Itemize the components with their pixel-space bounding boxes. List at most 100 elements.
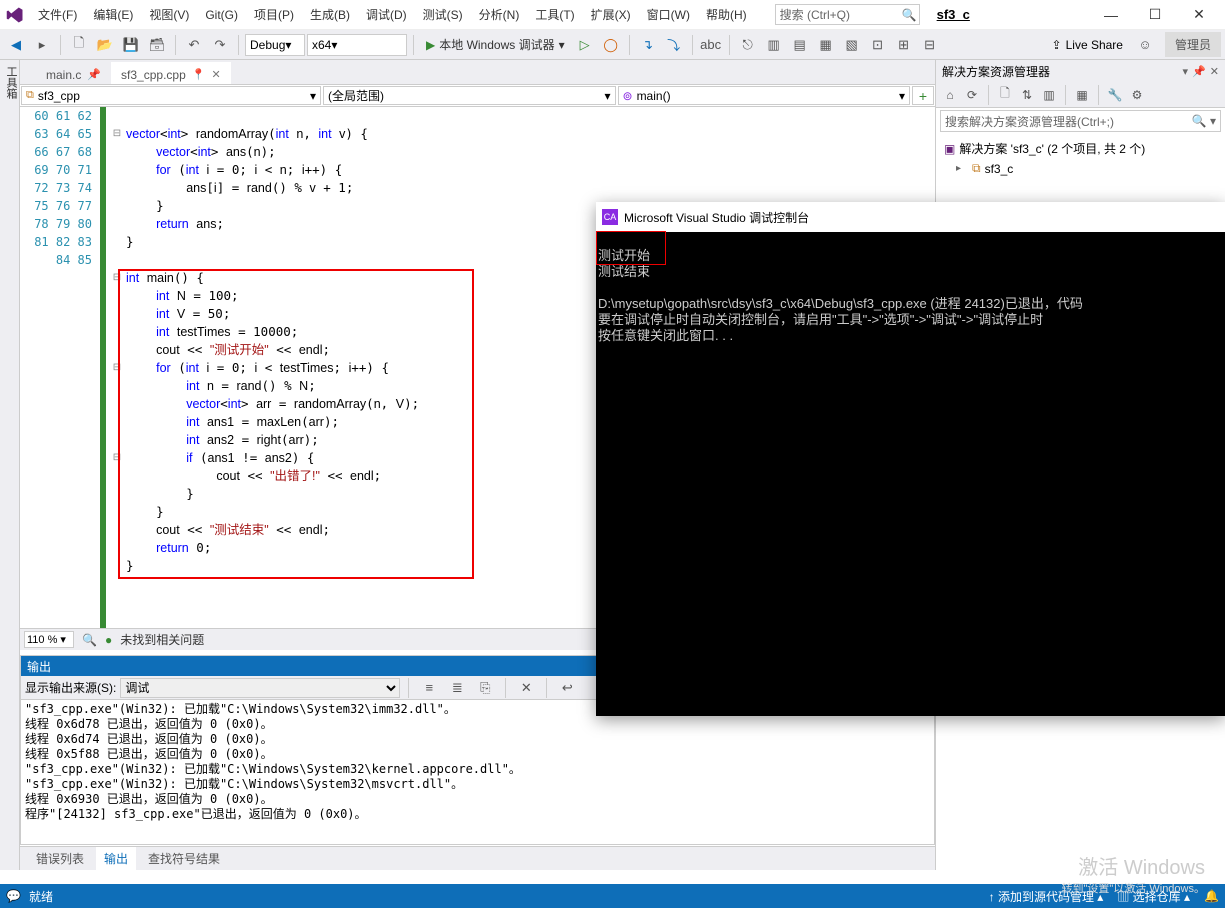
tab-sf3-cpp[interactable]: sf3_cpp.cpp📍✕: [111, 62, 231, 84]
expand-icon[interactable]: ▸: [956, 163, 968, 174]
platform-dropdown[interactable]: x64 ▾: [307, 34, 407, 56]
hot-reload-icon[interactable]: ◯: [599, 33, 623, 57]
play-icon: ▶: [426, 38, 435, 52]
t1-icon[interactable]: ⎋: [736, 33, 760, 57]
out-btn3-icon[interactable]: ⎘: [473, 676, 497, 700]
out-clear-icon[interactable]: ✕: [514, 676, 538, 700]
nav-add-button[interactable]: +: [912, 86, 934, 105]
sln-refresh-icon[interactable]: ⟳: [962, 85, 982, 105]
menu-git[interactable]: Git(G): [197, 4, 246, 26]
project-icon: ⧉: [972, 161, 981, 176]
step-over-icon[interactable]: ⤵: [662, 33, 686, 57]
menu-window[interactable]: 窗口(W): [639, 2, 698, 27]
minimize-button[interactable]: —: [1091, 1, 1131, 29]
menu-help[interactable]: 帮助(H): [698, 2, 755, 27]
vs-icon: [6, 6, 24, 24]
change-margin: [100, 107, 106, 630]
close-button[interactable]: ✕: [1179, 1, 1219, 29]
sln-dropdown-icon[interactable]: ▾: [1183, 65, 1189, 78]
redo-icon[interactable]: ↷: [208, 33, 232, 57]
nav-bar: ⧉sf3_cpp▾ (全局范围)▾ ⊚main()▾ +: [20, 85, 935, 107]
fold-column[interactable]: ⊟⊟⊟⊟: [110, 107, 124, 630]
console-icon: CA: [602, 209, 618, 225]
tab-errors[interactable]: 错误列表: [28, 847, 92, 870]
project-icon: ⧉: [26, 89, 34, 102]
sln-save-icon[interactable]: 🗋: [995, 85, 1015, 105]
menu-extensions[interactable]: 扩展(X): [583, 2, 639, 27]
out-btn2-icon[interactable]: ≣: [445, 676, 469, 700]
t3-icon[interactable]: ▤: [788, 33, 812, 57]
line-numbers: 60 61 62 63 64 65 66 67 68 69 70 71 72 7…: [20, 107, 100, 630]
solution-name[interactable]: sf3_c: [937, 7, 970, 22]
nav-project-dropdown[interactable]: ⧉sf3_cpp▾: [21, 86, 321, 105]
close-icon[interactable]: ✕: [211, 68, 220, 81]
menu-build[interactable]: 生成(B): [302, 2, 358, 27]
sln-wrench-icon[interactable]: 🔧: [1105, 85, 1125, 105]
sln-search-input[interactable]: 搜索解决方案资源管理器(Ctrl+;)🔍 ▾: [940, 110, 1221, 132]
nav-scope-dropdown[interactable]: (全局范围)▾: [323, 86, 616, 105]
menu-edit[interactable]: 编辑(E): [85, 2, 141, 27]
console-titlebar[interactable]: CA Microsoft Visual Studio 调试控制台: [596, 202, 1225, 232]
config-dropdown[interactable]: Debug ▾: [245, 34, 305, 56]
menu-test[interactable]: 测试(S): [415, 2, 471, 27]
sln-root-node[interactable]: ▣解决方案 'sf3_c' (2 个项目, 共 2 个): [940, 138, 1221, 159]
search-icon[interactable]: 🔍: [902, 8, 917, 22]
menu-file[interactable]: 文件(F): [30, 2, 85, 27]
sln-filter-icon[interactable]: ▥: [1039, 85, 1059, 105]
step-into-icon[interactable]: ↴: [636, 33, 660, 57]
tab-symbols[interactable]: 查找符号结果: [140, 847, 228, 870]
feedback-icon[interactable]: ☺: [1133, 33, 1157, 57]
sln-showall-icon[interactable]: ▦: [1072, 85, 1092, 105]
maximize-button[interactable]: ☐: [1135, 1, 1175, 29]
undo-icon[interactable]: ↶: [182, 33, 206, 57]
comment-icon[interactable]: abc: [699, 33, 723, 57]
tab-main-c[interactable]: main.c📌: [36, 62, 111, 84]
t6-icon[interactable]: ⊡: [866, 33, 890, 57]
tab-output[interactable]: 输出: [96, 847, 136, 870]
sln-sync-icon[interactable]: ⇅: [1017, 85, 1037, 105]
sln-pin-icon[interactable]: 📌: [1192, 65, 1206, 78]
t5-icon[interactable]: ▧: [840, 33, 864, 57]
sln-tree[interactable]: ▣解决方案 'sf3_c' (2 个项目, 共 2 个) ▸⧉sf3_c: [936, 134, 1225, 182]
menu-tools[interactable]: 工具(T): [527, 2, 582, 27]
issue-icon[interactable]: 🔍: [82, 633, 97, 647]
pin-icon[interactable]: 📍: [192, 68, 206, 81]
open-icon[interactable]: 📂: [93, 33, 117, 57]
output-body[interactable]: "sf3_cpp.exe"(Win32): 已加载"C:\Windows\Sys…: [21, 700, 934, 830]
live-share-button[interactable]: ⇪Live Share: [1044, 38, 1131, 52]
search-input[interactable]: 搜索 (Ctrl+Q): [775, 4, 920, 25]
status-ready: 就绪: [29, 888, 53, 905]
play-sub-icon[interactable]: ▷: [573, 33, 597, 57]
zoom-input[interactable]: 110 % ▾: [24, 631, 74, 648]
toolbox-strip[interactable]: 工具箱: [0, 60, 20, 870]
new-project-icon[interactable]: 🗋: [67, 33, 91, 57]
menu-analyze[interactable]: 分析(N): [471, 2, 528, 27]
menu-project[interactable]: 项目(P): [246, 2, 302, 27]
nav-back-icon[interactable]: ◀: [4, 33, 28, 57]
save-all-icon[interactable]: 🗃: [145, 33, 169, 57]
output-source-dropdown[interactable]: 调试: [120, 678, 400, 698]
nav-func-dropdown[interactable]: ⊚main()▾: [618, 86, 911, 105]
sln-home-icon[interactable]: ⌂: [940, 85, 960, 105]
save-icon[interactable]: 💾: [119, 33, 143, 57]
debug-console-window[interactable]: CA Microsoft Visual Studio 调试控制台 测试开始 测试…: [596, 202, 1225, 716]
sln-close-icon[interactable]: ✕: [1210, 65, 1219, 78]
sln-proj-node[interactable]: ▸⧉sf3_c: [940, 159, 1221, 178]
sln-prop-icon[interactable]: ⚙: [1127, 85, 1147, 105]
out-btn1-icon[interactable]: ≡: [417, 676, 441, 700]
out-wrap-icon[interactable]: ↩: [555, 676, 579, 700]
sln-title[interactable]: 解决方案资源管理器▾📌✕: [936, 60, 1225, 82]
t2-icon[interactable]: ▥: [762, 33, 786, 57]
status-notify-icon[interactable]: 💬: [6, 889, 21, 903]
bell-icon[interactable]: 🔔: [1204, 889, 1219, 903]
nav-fwd-icon[interactable]: ▸: [30, 33, 54, 57]
t7-icon[interactable]: ⊞: [892, 33, 916, 57]
console-body[interactable]: 测试开始 测试结束 D:\mysetup\gopath\src\dsy\sf3_…: [596, 232, 1225, 360]
titlebar: 文件(F) 编辑(E) 视图(V) Git(G) 项目(P) 生成(B) 调试(…: [0, 0, 1225, 30]
t8-icon[interactable]: ⊟: [918, 33, 942, 57]
t4-icon[interactable]: ▦: [814, 33, 838, 57]
menu-debug[interactable]: 调试(D): [358, 2, 415, 27]
run-button[interactable]: ▶本地 Windows 调试器 ▾: [420, 36, 571, 53]
menu-view[interactable]: 视图(V): [141, 2, 197, 27]
pin-icon[interactable]: 📌: [87, 68, 101, 81]
